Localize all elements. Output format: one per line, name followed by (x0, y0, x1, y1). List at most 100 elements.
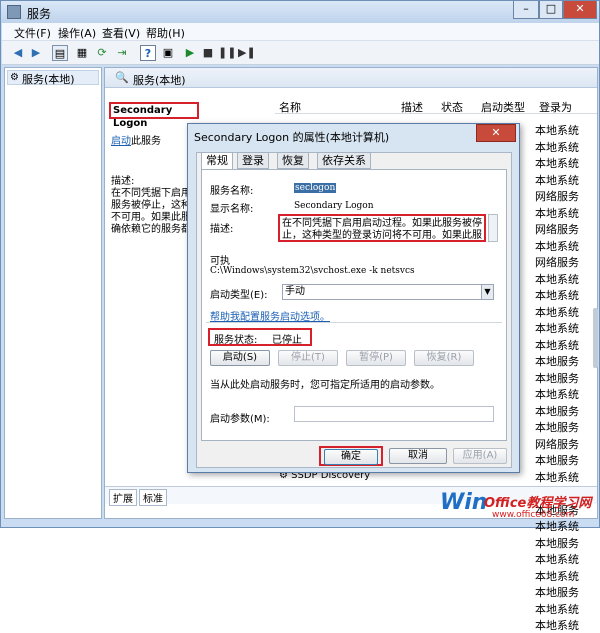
column-header-name[interactable]: 名称 (279, 99, 301, 115)
console-icon[interactable]: ▣ (160, 45, 176, 61)
pause-icon[interactable]: ❚❚ (218, 45, 236, 61)
table-row-logon-as[interactable]: 本地系统 (535, 551, 579, 567)
column-header-logon-as[interactable]: 登录为 (539, 99, 572, 115)
menu-help[interactable]: 帮助(H) (146, 25, 185, 41)
table-row-logon-as[interactable]: 本地服务 (535, 452, 579, 468)
menu-action[interactable]: 操作(A) (58, 25, 96, 41)
properties-icon[interactable]: ▦ (74, 45, 90, 61)
divider (206, 322, 502, 323)
minimize-button[interactable]: – (513, 1, 539, 19)
table-row-logon-as[interactable]: 本地系统 (535, 320, 579, 336)
table-row-logon-as[interactable]: 本地系统 (535, 304, 579, 320)
vertical-scrollbar[interactable] (593, 308, 598, 368)
column-header-status[interactable]: 状态 (441, 99, 463, 115)
startup-type-select[interactable]: 手动 ▼ (282, 284, 494, 300)
tab-logon[interactable]: 登录 (237, 152, 269, 169)
title-bar: 服务 – □ ✕ (1, 1, 599, 23)
tab-extended[interactable]: 扩展 (109, 489, 137, 506)
pause-button[interactable]: 暂停(P) (346, 350, 406, 366)
table-row-logon-as[interactable]: 本地系统 (535, 568, 579, 584)
maximize-button[interactable]: □ (539, 1, 563, 19)
watermark-url: www.office68.com (492, 510, 575, 520)
tree-item-services-local[interactable]: ⚙ 服务(本地) (7, 70, 99, 86)
services-app-icon (7, 5, 21, 19)
table-row-logon-as[interactable]: 本地系统 (535, 172, 579, 188)
tree-item-label: 服务(本地) (22, 73, 75, 86)
column-header-description[interactable]: 描述 (401, 99, 423, 115)
tab-general[interactable]: 常规 (201, 152, 233, 170)
help-icon[interactable]: ? (140, 45, 156, 61)
table-row-logon-as[interactable]: 本地服务 (535, 370, 579, 386)
table-row-logon-as[interactable]: 本地系统 (535, 287, 579, 303)
refresh-icon[interactable]: ⟳ (94, 45, 110, 61)
table-row-logon-as[interactable]: 本地服务 (535, 403, 579, 419)
display-name-value: Secondary Logon (294, 201, 374, 211)
table-row-logon-as[interactable]: 本地服务 (535, 535, 579, 551)
chevron-down-icon: ▼ (481, 285, 493, 299)
table-row-logon-as[interactable]: 网络服务 (535, 221, 579, 237)
startup-type-label: 启动类型(E): (210, 290, 268, 301)
resume-button[interactable]: 恢复(R) (414, 350, 474, 366)
tab-recovery[interactable]: 恢复 (277, 152, 309, 169)
back-icon[interactable]: ◀ (10, 45, 26, 61)
executable-path: C:\Windows\system32\svchost.exe -k netsv… (210, 266, 415, 276)
gear-icon: ⚙ (10, 72, 19, 83)
help-configure-link[interactable]: 帮助我配置服务启动选项。 (210, 308, 330, 323)
table-row-logon-as[interactable]: 本地系统 (535, 601, 579, 617)
table-row-logon-as[interactable]: 本地系统 (535, 122, 579, 138)
table-row-logon-as[interactable]: 本地系统 (535, 139, 579, 155)
pane-header: 🔍 服务(本地) (105, 68, 597, 88)
service-status-label: 服务状态: (214, 335, 258, 346)
tab-dependencies[interactable]: 依存关系 (317, 152, 371, 169)
restart-icon[interactable]: ▶❚ (238, 45, 256, 61)
table-row-logon-as[interactable]: 本地服务 (535, 419, 579, 435)
close-button[interactable]: ✕ (563, 1, 597, 19)
description-line: 确依赖它的服务都 (111, 224, 191, 235)
tab-standard[interactable]: 标准 (139, 489, 167, 506)
start-icon[interactable]: ▶ (182, 45, 198, 61)
pane-header-title: 服务(本地) (133, 74, 186, 87)
dialog-body: 常规 登录 恢复 依存关系 服务名称: seclogon 显示名称: Secon… (196, 152, 512, 468)
dialog-close-button[interactable]: ✕ (476, 124, 516, 142)
apply-button[interactable]: 应用(A) (453, 448, 507, 464)
start-params-label: 启动参数(M): (210, 414, 270, 425)
start-params-hint: 当从此处启动服务时，您可指定所适用的启动参数。 (210, 380, 440, 391)
tree-pane: ⚙ 服务(本地) (4, 67, 102, 519)
table-row-logon-as[interactable]: 本地系统 (535, 386, 579, 402)
description-box[interactable]: 在不同凭据下启用启动过程。如果此服务被停止，这种类型的登录访问将不可用。如果此服 (278, 214, 486, 242)
start-service-suffix: 此服务 (131, 136, 161, 147)
column-header-startup-type[interactable]: 启动类型 (481, 99, 525, 115)
table-row-logon-as[interactable]: 本地服务 (535, 353, 579, 369)
table-row-logon-as[interactable]: 本地系统 (535, 271, 579, 287)
export-icon[interactable]: ⇥ (114, 45, 130, 61)
stop-button[interactable]: 停止(T) (278, 350, 338, 366)
table-row-logon-as[interactable]: 网络服务 (535, 436, 579, 452)
table-row-logon-as[interactable]: 网络服务 (535, 254, 579, 270)
description-label: 描述: (210, 224, 234, 235)
start-service-link[interactable]: 启动 (111, 136, 131, 147)
table-row-logon-as[interactable]: 本地系统 (535, 469, 579, 485)
ok-highlight: 确定 (319, 446, 383, 466)
menu-file[interactable]: 文件(F) (14, 25, 51, 41)
stop-icon[interactable]: ■ (200, 45, 216, 61)
grid-header: 名称 描述 状态 启动类型 登录为 (275, 96, 597, 114)
start-service-line: 启动此服务 (111, 132, 161, 147)
table-row-logon-as[interactable]: 本地系统 (535, 155, 579, 171)
table-row-logon-as[interactable]: 本地系统 (535, 337, 579, 353)
forward-icon[interactable]: ▶ (28, 45, 44, 61)
toolbar: ◀ ▶ ▤ ▦ ⟳ ⇥ ? ▣ ▶ ■ ❚❚ ▶❚ (2, 41, 599, 65)
table-row-logon-as[interactable]: 本地系统 (535, 238, 579, 254)
general-tab-panel: 服务名称: seclogon 显示名称: Secondary Logon 描述:… (201, 169, 507, 441)
ok-button[interactable]: 确定 (324, 449, 378, 465)
table-row-logon-as[interactable]: 网络服务 (535, 188, 579, 204)
start-params-input[interactable] (294, 406, 494, 422)
menu-view[interactable]: 查看(V) (102, 25, 140, 41)
table-row-logon-as[interactable]: 本地服务 (535, 584, 579, 600)
show-tree-icon[interactable]: ▤ (52, 45, 68, 61)
table-row-logon-as[interactable]: 本地系统 (535, 205, 579, 221)
service-name-value[interactable]: seclogon (294, 183, 337, 193)
cancel-button[interactable]: 取消 (389, 448, 447, 464)
start-button[interactable]: 启动(S) (210, 350, 270, 366)
table-row-logon-as[interactable]: 本地系统 (535, 617, 579, 633)
description-scrollbar[interactable] (488, 214, 498, 242)
